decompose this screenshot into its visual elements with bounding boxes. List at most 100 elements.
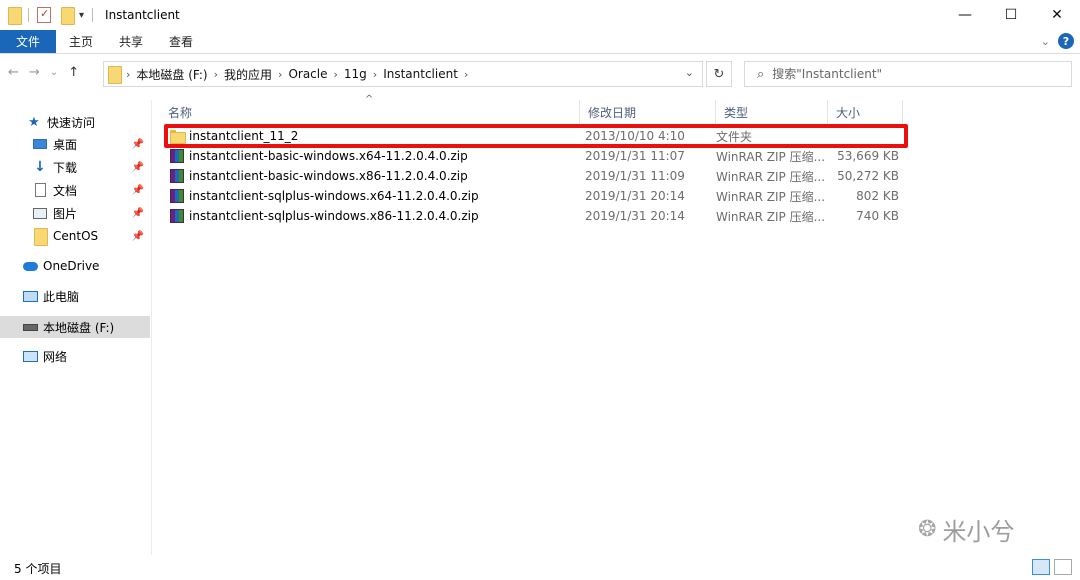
- file-name: instantclient-basic-windows.x86-11.2.0.4…: [189, 169, 468, 183]
- winrar-zip-icon: [170, 209, 184, 223]
- search-input[interactable]: [772, 67, 1053, 81]
- breadcrumb-local-disk[interactable]: 本地磁盘 (F:): [136, 66, 207, 83]
- column-header-name[interactable]: 名称: [160, 100, 580, 124]
- file-size: 802 KB: [856, 189, 899, 203]
- download-icon: ↓: [34, 159, 46, 175]
- sidebar-item-downloads[interactable]: ↓ 下载 📌: [0, 156, 150, 178]
- close-button[interactable]: ✕: [1034, 0, 1080, 30]
- tab-home[interactable]: 主页: [56, 30, 106, 53]
- navigation-pane: ★ 快速访问 桌面 📌 ↓ 下载 📌 文档 📌 图片 📌 CentOS 📌 On…: [0, 100, 152, 555]
- address-dropdown-icon[interactable]: ⌄: [685, 66, 694, 79]
- network-icon: [22, 349, 38, 363]
- file-date: 2019/1/31 20:14: [585, 189, 685, 203]
- star-icon: ★: [28, 114, 40, 130]
- up-icon[interactable]: ↑: [68, 65, 79, 80]
- sidebar-item-label: 快速访问: [47, 115, 96, 130]
- pin-icon[interactable]: 📌: [132, 231, 144, 242]
- help-icon[interactable]: ?: [1058, 33, 1074, 49]
- tab-file[interactable]: 文件: [0, 30, 57, 53]
- chevron-right-icon[interactable]: ›: [373, 68, 377, 81]
- large-icons-view-button[interactable]: [1054, 559, 1072, 575]
- chevron-right-icon[interactable]: ›: [278, 68, 282, 81]
- file-name: instantclient-basic-windows.x64-11.2.0.4…: [189, 149, 468, 163]
- column-header-size[interactable]: 大小: [828, 100, 903, 124]
- divider: [92, 8, 94, 22]
- new-folder-icon[interactable]: [61, 7, 75, 25]
- tab-share[interactable]: 共享: [106, 30, 156, 53]
- chevron-right-icon[interactable]: ›: [464, 68, 468, 81]
- item-count: 5 个项目: [14, 561, 62, 576]
- chevron-right-icon: ›: [126, 67, 131, 81]
- sidebar-item-label: 网络: [43, 349, 68, 364]
- divider: [28, 8, 29, 22]
- winrar-zip-icon: [170, 149, 184, 163]
- file-row[interactable]: instantclient-basic-windows.x64-11.2.0.4…: [160, 146, 920, 166]
- tab-view[interactable]: 查看: [156, 30, 206, 53]
- recent-locations-icon[interactable]: ⌄: [50, 67, 58, 78]
- details-view-button[interactable]: [1032, 559, 1050, 575]
- folder-icon: [108, 66, 122, 84]
- pin-icon[interactable]: 📌: [132, 185, 144, 196]
- picture-icon: [32, 206, 48, 220]
- breadcrumb-instantclient[interactable]: Instantclient: [383, 67, 458, 81]
- sidebar-item-quick-access[interactable]: ★ 快速访问: [0, 111, 150, 133]
- file-row[interactable]: instantclient-sqlplus-windows.x86-11.2.0…: [160, 206, 920, 226]
- pin-icon[interactable]: 📌: [132, 208, 144, 219]
- sidebar-item-label: OneDrive: [43, 259, 100, 273]
- minimize-button[interactable]: —: [942, 0, 988, 30]
- refresh-button[interactable]: ↻: [706, 61, 732, 87]
- drive-icon: [22, 320, 38, 334]
- file-date: 2019/1/31 11:09: [585, 169, 685, 183]
- column-header-type[interactable]: 类型: [716, 100, 828, 124]
- computer-icon: [22, 289, 38, 303]
- customize-toolbar-icon[interactable]: ▾: [79, 10, 84, 21]
- breadcrumb-my-apps[interactable]: 我的应用: [224, 66, 272, 83]
- file-row[interactable]: instantclient-sqlplus-windows.x64-11.2.0…: [160, 186, 920, 206]
- sidebar-item-network[interactable]: 网络: [0, 345, 150, 367]
- file-list: ^ 名称 修改日期 类型 大小 instantclient_11_2 2013/…: [160, 92, 1070, 552]
- file-date: 2019/1/31 11:07: [585, 149, 685, 163]
- sidebar-item-onedrive[interactable]: OneDrive: [0, 255, 150, 277]
- maximize-button[interactable]: ☐: [988, 0, 1034, 30]
- sidebar-item-centos[interactable]: CentOS 📌: [0, 225, 150, 247]
- sidebar-item-label: CentOS: [53, 229, 99, 243]
- winrar-zip-icon: [170, 189, 184, 203]
- breadcrumb-oracle[interactable]: Oracle: [288, 67, 327, 81]
- file-date: 2019/1/31 20:14: [585, 209, 685, 223]
- highlight-annotation-box: [164, 124, 908, 148]
- file-type: WinRAR ZIP 压缩...: [716, 209, 826, 224]
- sidebar-item-desktop[interactable]: 桌面 📌: [0, 133, 150, 155]
- sidebar-item-label: 下载: [53, 160, 78, 175]
- pin-icon[interactable]: 📌: [132, 139, 144, 150]
- desktop-icon: [32, 137, 48, 151]
- sidebar-item-label: 图片: [53, 206, 78, 221]
- sidebar-item-this-pc[interactable]: 此电脑: [0, 285, 150, 307]
- window-title: Instantclient: [105, 8, 180, 22]
- status-bar: 5 个项目: [0, 556, 1080, 580]
- sidebar-item-pictures[interactable]: 图片 📌: [0, 202, 150, 224]
- wechat-icon: ❂: [918, 517, 937, 542]
- breadcrumb-11g[interactable]: 11g: [344, 67, 367, 81]
- sidebar-item-local-disk[interactable]: 本地磁盘 (F:): [0, 316, 150, 338]
- file-size: 50,272 KB: [837, 169, 899, 183]
- ribbon-tabs: 文件 主页 共享 查看 ⌄ ?: [0, 30, 1080, 54]
- expand-ribbon-icon[interactable]: ⌄: [1041, 35, 1050, 48]
- column-header-row: 名称 修改日期 类型 大小: [160, 100, 920, 124]
- forward-icon[interactable]: →: [29, 65, 40, 80]
- sidebar-item-label: 此电脑: [43, 289, 80, 304]
- chevron-right-icon[interactable]: ›: [333, 68, 337, 81]
- file-row[interactable]: instantclient-basic-windows.x86-11.2.0.4…: [160, 166, 920, 186]
- chevron-right-icon[interactable]: ›: [214, 68, 218, 81]
- quick-access-toolbar: ▾: [0, 7, 97, 25]
- file-size: 740 KB: [856, 209, 899, 223]
- sidebar-item-documents[interactable]: 文档 📌: [0, 179, 150, 201]
- file-size: 53,669 KB: [837, 149, 899, 163]
- column-header-date[interactable]: 修改日期: [580, 100, 716, 124]
- back-icon[interactable]: ←: [8, 65, 19, 80]
- address-bar[interactable]: › 本地磁盘 (F:) › 我的应用 › Oracle › 11g › Inst…: [103, 61, 703, 87]
- file-name: instantclient-sqlplus-windows.x64-11.2.0…: [189, 189, 479, 203]
- search-box[interactable]: ⌕: [744, 61, 1072, 87]
- pin-icon[interactable]: 📌: [132, 162, 144, 173]
- properties-icon[interactable]: [37, 7, 51, 23]
- watermark: ❂ 米小兮: [918, 512, 1014, 547]
